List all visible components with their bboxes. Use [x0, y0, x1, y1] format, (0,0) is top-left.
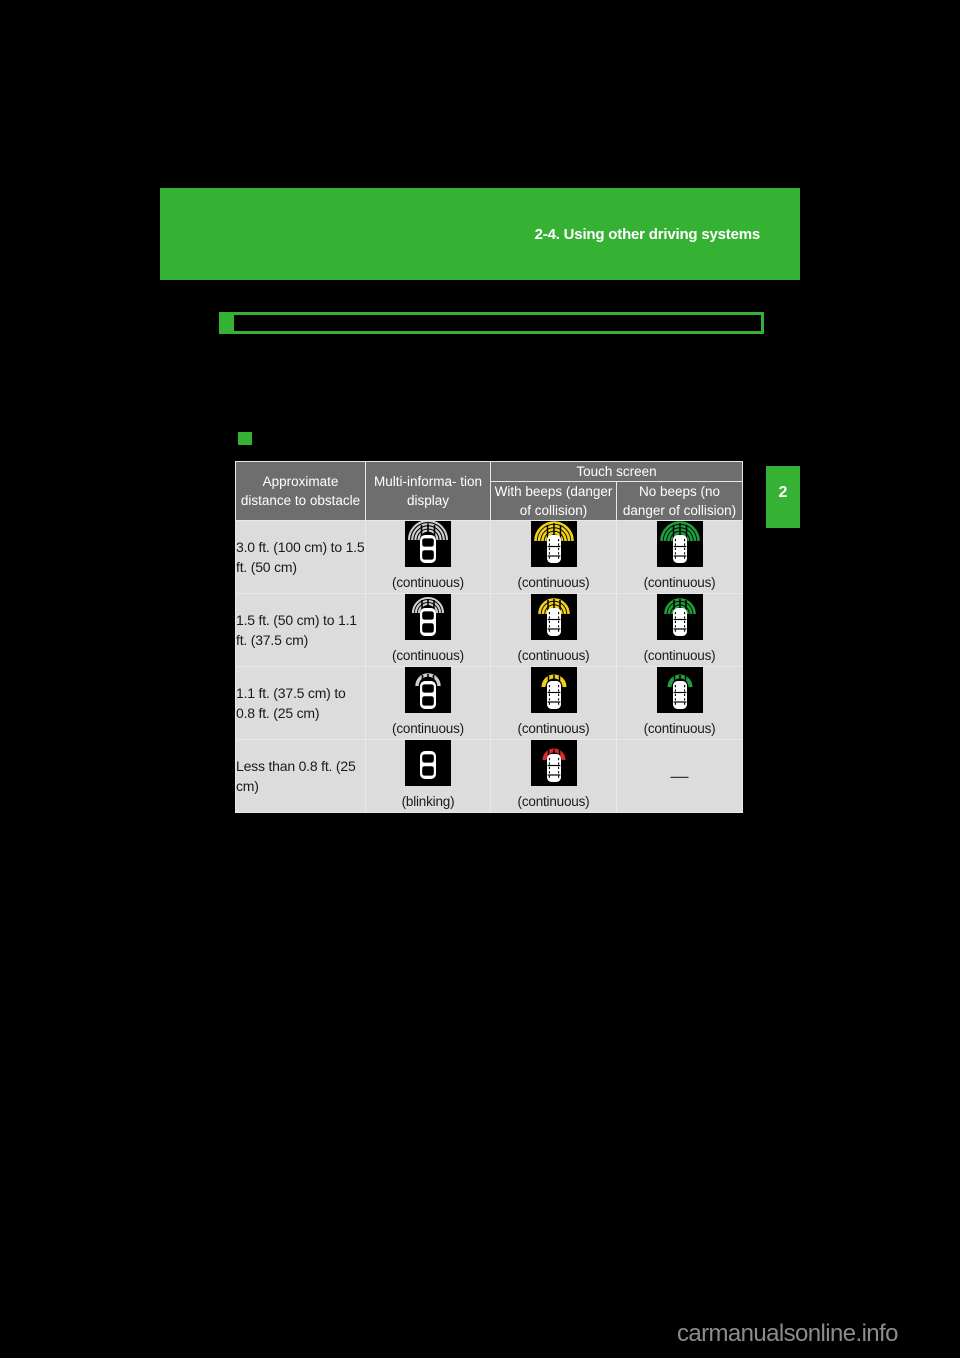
cell-nobeeps-icon: (continuous): [615, 520, 744, 594]
header-touch-screen: Touch screen: [489, 461, 744, 482]
cell-caption: (continuous): [517, 648, 590, 663]
table-body: 3.0 ft. (100 cm) to 1.5 ft. (50 cm) (con…: [235, 520, 744, 813]
section-bar-marker: [222, 315, 234, 331]
cell-mid-icon: (continuous): [365, 593, 491, 667]
car-sensor-arc-red-narrow-icon: [530, 740, 577, 791]
car-sensor-arc-green-narrow-icon: [656, 667, 703, 718]
header-with-beeps: With beeps (danger of collision): [490, 481, 617, 521]
car-sensor-arc-yellow-narrow-icon: [530, 667, 577, 718]
cell-caption: (continuous): [643, 721, 716, 736]
cell-distance: 3.0 ft. (100 cm) to 1.5 ft. (50 cm): [235, 520, 366, 594]
cell-caption: (continuous): [643, 648, 716, 663]
cell-beeps-icon: (continuous): [490, 593, 617, 667]
cell-mid-icon: (continuous): [365, 666, 491, 740]
cell-caption: (continuous): [643, 575, 716, 590]
cell-nobeeps-icon: (continuous): [615, 666, 744, 740]
car-sensor-arcs-yellow-mid-icon: [530, 594, 577, 645]
table-header: Approximate distance to obstacle Multi-i…: [235, 461, 744, 521]
chapter-number: 2: [778, 484, 788, 501]
car-sensor-arcs-yellow-wide-icon: [530, 521, 577, 572]
subsection-bullet-square: [238, 432, 252, 445]
table-row: Less than 0.8 ft. (25 cm) (blinking) (co…: [235, 739, 744, 813]
car-sensor-arcs-gray-wide-icon: [405, 520, 451, 572]
cell-caption: (blinking): [401, 794, 455, 809]
cell-distance: 1.5 ft. (50 cm) to 1.1 ft. (37.5 cm): [235, 593, 366, 667]
header-multi-information-display: Multi-informa- tion display: [365, 461, 491, 521]
chapter-header-banner: 2-4. Using other driving systems: [160, 188, 800, 280]
cell-beeps-icon: (continuous): [490, 520, 617, 594]
car-sensor-arc-gray-narrow-icon: [405, 667, 451, 718]
cell-caption: (continuous): [517, 794, 590, 809]
table-header-row-1: Approximate distance to obstacle Multi-i…: [235, 461, 744, 521]
cell-mid-icon: (blinking): [365, 739, 491, 813]
chapter-side-tab: 2: [766, 466, 800, 528]
cell-distance: 1.1 ft. (37.5 cm) to 0.8 ft. (25 cm): [235, 666, 366, 740]
section-title-bar: [219, 312, 764, 334]
sensor-distance-table: Approximate distance to obstacle Multi-i…: [235, 461, 744, 813]
header-no-beeps: No beeps (no danger of collision): [615, 481, 744, 521]
cell-nobeeps-icon: (continuous): [615, 593, 744, 667]
cell-caption: (continuous): [392, 575, 464, 590]
cell-caption: (continuous): [517, 575, 590, 590]
cell-caption: (continuous): [392, 648, 464, 663]
cell-mid-icon: (continuous): [365, 520, 491, 594]
car-sensor-arcs-gray-mid-icon: [405, 594, 451, 645]
page-title: 2-4. Using other driving systems: [534, 226, 761, 243]
table-row: 1.1 ft. (37.5 cm) to 0.8 ft. (25 cm) (co…: [235, 666, 744, 740]
table-row: 3.0 ft. (100 cm) to 1.5 ft. (50 cm) (con…: [235, 520, 744, 594]
cell-distance: Less than 0.8 ft. (25 cm): [235, 739, 366, 813]
header-approximate-distance: Approximate distance to obstacle: [235, 461, 366, 521]
table-row: 1.5 ft. (50 cm) to 1.1 ft. (37.5 cm) (co…: [235, 593, 744, 667]
car-sensor-arcs-green-wide-icon: [656, 521, 703, 572]
car-sensor-arcs-green-mid-icon: [656, 594, 703, 645]
cell-nobeeps-none: —: [615, 739, 744, 813]
cell-caption: (continuous): [392, 721, 464, 736]
car-no-arcs-icon: [405, 740, 451, 791]
cell-caption: (continuous): [517, 721, 590, 736]
cell-beeps-icon: (continuous): [490, 666, 617, 740]
site-watermark: carmanualsonline.info: [677, 1320, 898, 1347]
cell-beeps-icon: (continuous): [490, 739, 617, 813]
